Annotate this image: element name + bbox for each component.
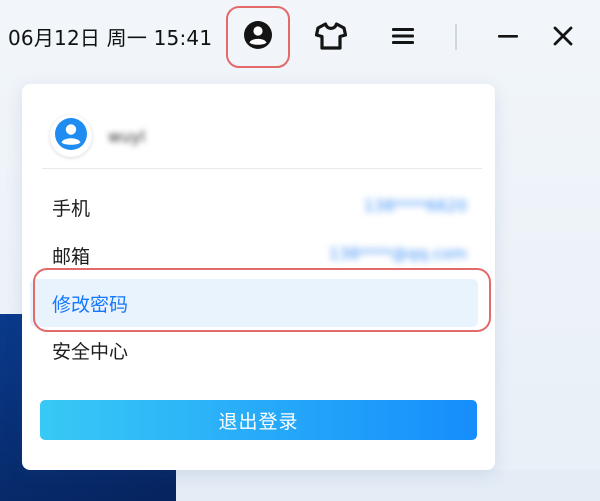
tshirt-icon <box>314 22 348 54</box>
close-button[interactable] <box>543 18 583 58</box>
profile-header: wuyl <box>50 115 145 157</box>
avatar[interactable] <box>50 115 92 157</box>
titlebar-divider <box>455 24 457 50</box>
highlight-annotation <box>33 268 491 332</box>
menu-item-security-center[interactable]: 安全中心 <box>22 327 495 371</box>
user-account-button[interactable] <box>226 6 290 68</box>
logout-button[interactable]: 退出登录 <box>40 400 477 440</box>
username-label: wuyl <box>108 126 146 146</box>
profile-divider <box>42 168 482 169</box>
email-value: 138****@qq.com <box>328 244 467 263</box>
minimize-button[interactable] <box>488 18 528 58</box>
close-icon <box>552 25 574 51</box>
main-menu-button[interactable] <box>383 18 423 58</box>
user-avatar-icon <box>53 116 89 156</box>
minimize-icon <box>496 26 520 50</box>
email-label: 邮箱 <box>52 246 91 268</box>
account-dropdown: wuyl 手机 138****6620 邮箱 138****@qq.com 修改… <box>22 84 495 470</box>
hamburger-menu-icon <box>391 26 415 50</box>
phone-value: 138****6620 <box>363 196 467 215</box>
datetime-label: 06月12日 周一 15:41 <box>8 26 213 50</box>
phone-label: 手机 <box>52 198 91 220</box>
theme-button[interactable] <box>311 18 351 58</box>
security-center-label: 安全中心 <box>52 341 129 363</box>
background-footer <box>176 470 600 501</box>
title-bar: 06月12日 周一 15:41 <box>0 0 600 72</box>
menu-item-phone[interactable]: 手机 138****6620 <box>22 184 495 228</box>
user-circle-icon <box>243 20 273 54</box>
